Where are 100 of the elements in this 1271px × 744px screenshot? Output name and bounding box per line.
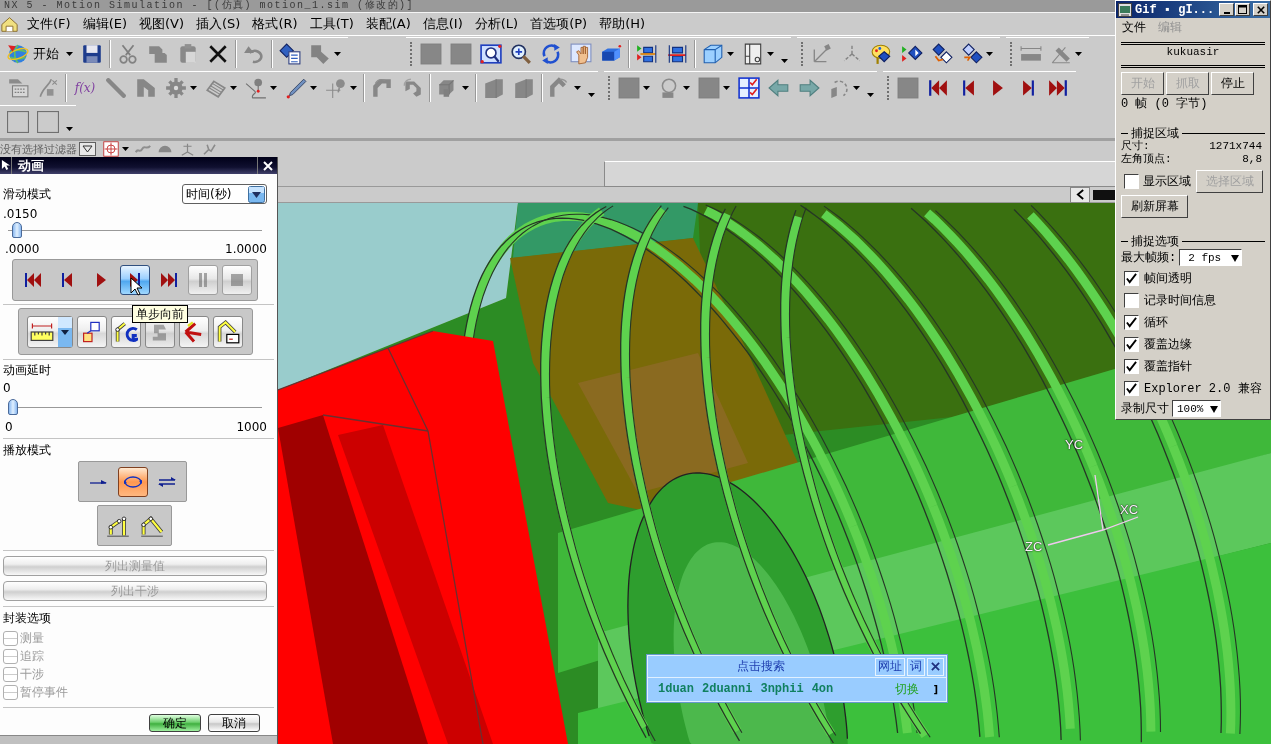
caret-icon[interactable]	[122, 147, 129, 151]
frame-count: 0 帧 (0 字节)	[1120, 97, 1209, 112]
left-arrow-icon[interactable]	[768, 76, 790, 99]
checkbox[interactable]	[1124, 314, 1139, 330]
caret-icon[interactable]	[310, 85, 317, 90]
toolbar-grip[interactable]	[801, 41, 804, 66]
checkbox[interactable]	[1124, 173, 1139, 189]
fast-forward-icon[interactable]	[1048, 78, 1068, 97]
pause-icon	[198, 273, 208, 287]
step-back-icon[interactable]	[961, 78, 975, 97]
minimize-button[interactable]	[1219, 3, 1234, 16]
toolbar-grip[interactable]	[410, 41, 413, 66]
empty-square-icon[interactable]	[37, 110, 59, 133]
overflow-caret-icon[interactable]	[781, 58, 788, 63]
menu-item[interactable]: 首选项(P)	[524, 15, 594, 33]
loop-button[interactable]	[117, 466, 148, 497]
slider-thumb[interactable]	[8, 399, 18, 415]
menu-item[interactable]: 格式(R)	[246, 15, 304, 33]
zoom-icon[interactable]	[510, 42, 532, 65]
maximize-button[interactable]	[1235, 3, 1250, 16]
search-link[interactable]: 点击搜索	[648, 658, 873, 675]
chevron-left-icon	[1075, 189, 1085, 200]
menu-item[interactable]: 文件(F)	[21, 15, 77, 33]
measure-button[interactable]	[27, 315, 73, 348]
box-pair-button[interactable]	[77, 315, 107, 348]
slider-max-label: 1000	[236, 420, 267, 434]
overflow-caret-icon[interactable]	[588, 92, 595, 97]
hand-icon[interactable]	[570, 42, 592, 65]
checkbox[interactable]	[1124, 292, 1139, 308]
play-icon	[95, 272, 107, 288]
checklist-icon[interactable]	[738, 76, 760, 99]
toolbar-grip[interactable]	[1010, 41, 1013, 66]
frame-rate-dropdown[interactable]: 2 fps	[1179, 249, 1243, 266]
menu-item[interactable]: 工具(T)	[303, 15, 360, 33]
stacked-blocks-icon[interactable]	[636, 42, 658, 65]
slider-thumb[interactable]	[11, 222, 22, 238]
checkbox[interactable]	[1124, 358, 1139, 374]
step-forward-icon[interactable]	[1021, 78, 1035, 97]
crosshair-icon[interactable]	[103, 141, 119, 157]
menu-item[interactable]: 视图(V)	[133, 15, 191, 33]
save-icon[interactable]	[81, 42, 103, 65]
field-label: 滑动模式	[3, 185, 51, 203]
rewind-icon[interactable]	[928, 78, 948, 97]
filter-dropdown[interactable]: 没有选择过滤器	[0, 141, 96, 157]
right-arrow-icon[interactable]	[798, 76, 820, 99]
dialog-button[interactable]: 取消	[208, 714, 260, 732]
cube-icon[interactable]	[702, 42, 724, 65]
size-dropdown[interactable]: 100%	[1172, 400, 1221, 417]
empty-square-icon[interactable]	[7, 110, 29, 133]
pen-icon[interactable]	[285, 76, 307, 99]
caret-icon[interactable]	[270, 85, 277, 90]
checkbox-label: 覆盖指针	[1144, 358, 1192, 375]
palette-icon[interactable]	[871, 42, 893, 65]
list-icon[interactable]	[279, 42, 301, 65]
overflow-caret-icon[interactable]	[66, 126, 73, 131]
menu-item[interactable]: 装配(A)	[359, 15, 417, 33]
minimize-icon	[1223, 11, 1230, 14]
axis-label: YC	[1065, 438, 1084, 452]
popup-button[interactable]: 网址	[875, 657, 905, 676]
house-icon[interactable]	[1, 15, 18, 33]
zoom-fit-icon[interactable]	[480, 42, 502, 65]
menu-item[interactable]: 信息(I)	[416, 15, 469, 33]
checkbox[interactable]	[1124, 380, 1139, 396]
refresh-button[interactable]: 刷新屏幕	[1121, 195, 1188, 218]
menu-item[interactable]: 编辑(E)	[76, 15, 133, 33]
pointer-arrow-icon[interactable]	[1, 159, 10, 172]
overflow-caret-icon[interactable]	[867, 92, 874, 97]
function-button[interactable]: f(x)	[72, 75, 98, 100]
slider-min-label: .0000	[5, 242, 40, 256]
checkbox-label: Explorer 2.0 兼容	[1144, 380, 1262, 397]
menu-item[interactable]: 分析(L)	[468, 15, 525, 33]
sheet-icon[interactable]	[742, 42, 764, 65]
arm-box-button[interactable]	[213, 315, 243, 348]
slider-max-label: 1.0000	[225, 242, 267, 256]
dialog-button[interactable]: 确定	[149, 714, 201, 732]
caret-icon[interactable]	[66, 51, 73, 56]
toolbar-grip[interactable]	[887, 75, 890, 100]
popup-button[interactable]: 词	[907, 657, 925, 676]
caret-icon[interactable]	[986, 51, 993, 56]
play-icon[interactable]	[992, 78, 1004, 97]
dropdown-arrow-icon	[1210, 404, 1218, 413]
capture-button[interactable]: 停止	[1211, 72, 1254, 95]
menu-item[interactable]: 插入(S)	[190, 15, 247, 33]
menu-item[interactable]: 帮助(H)	[593, 15, 652, 33]
diamond-pair-icon[interactable]	[931, 42, 953, 65]
rotate-icon[interactable]	[540, 42, 562, 65]
start-button[interactable]: 开始	[3, 39, 77, 68]
dropdown-arrow-icon	[79, 142, 96, 156]
diamond-pair-icon[interactable]	[961, 42, 983, 65]
toolbar-grip[interactable]	[608, 75, 611, 100]
mode-dropdown[interactable]: 时间(秒)	[182, 184, 267, 204]
menu-item[interactable]: 文件	[1122, 19, 1146, 36]
arm-icon	[114, 319, 138, 344]
checkmark-icon	[1126, 338, 1137, 350]
checkbox[interactable]	[1124, 270, 1139, 286]
stacked-blocks-icon[interactable]	[666, 42, 688, 65]
caret-icon[interactable]	[767, 51, 774, 56]
checkbox[interactable]	[1124, 336, 1139, 352]
caret-icon[interactable]	[727, 51, 734, 56]
field-label: 最大帧频:	[1121, 250, 1177, 266]
